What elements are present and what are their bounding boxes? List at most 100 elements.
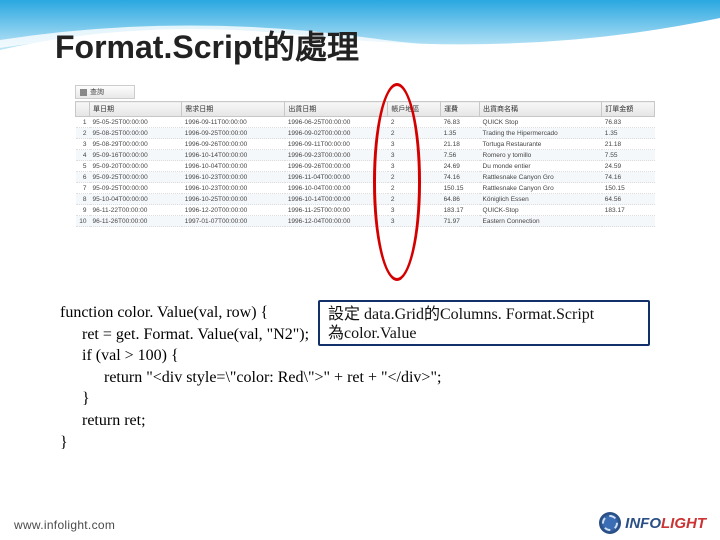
cell: 7 xyxy=(76,183,90,194)
code-line: return "<div style=\"color: Red\">" + re… xyxy=(60,367,441,389)
table-row[interactable]: 1096-11-26T00:00:001997-01-07T00:00:0019… xyxy=(76,216,655,227)
column-header[interactable] xyxy=(76,102,90,117)
cell: 1.35 xyxy=(441,128,480,139)
cell: 95-09-20T00:00:00 xyxy=(90,161,182,172)
title-en: Format.Script xyxy=(55,29,263,65)
cell: 76.83 xyxy=(602,117,655,128)
column-header[interactable]: 運費 xyxy=(441,102,480,117)
cell: 1996-09-26T00:00:00 xyxy=(182,139,285,150)
cell: 3 xyxy=(388,150,441,161)
cell: Rattlesnake Canyon Gro xyxy=(480,183,602,194)
table-row[interactable]: 795-09-25T00:00:001996-10-23T00:00:00199… xyxy=(76,183,655,194)
cell: 74.16 xyxy=(602,172,655,183)
cell: 95-08-25T00:00:00 xyxy=(90,128,182,139)
cell: 1996-12-04T00:00:00 xyxy=(285,216,388,227)
cell: 3 xyxy=(388,205,441,216)
column-header[interactable]: 訂單金額 xyxy=(602,102,655,117)
cell: 24.59 xyxy=(602,161,655,172)
cell: 1996-09-26T00:00:00 xyxy=(285,161,388,172)
grid-table: 單日期需求日期出貨日期帳戶地區運費出貨商名稱訂單金額 195-05-25T00:… xyxy=(75,101,655,227)
cell xyxy=(602,216,655,227)
column-header[interactable]: 出貨日期 xyxy=(285,102,388,117)
brand-logo: INFOLIGHT xyxy=(599,512,706,534)
cell: 24.69 xyxy=(441,161,480,172)
cell: 8 xyxy=(76,194,90,205)
code-line: } xyxy=(60,388,441,410)
cell: 96-11-26T00:00:00 xyxy=(90,216,182,227)
cell: 1996-10-14T00:00:00 xyxy=(285,194,388,205)
table-row[interactable]: 495-09-16T00:00:001996-10-14T00:00:00199… xyxy=(76,150,655,161)
table-row[interactable]: 595-09-20T00:00:001996-10-04T00:00:00199… xyxy=(76,161,655,172)
cell: 95-09-25T00:00:00 xyxy=(90,172,182,183)
callout-line: 為color.Value xyxy=(328,324,640,343)
cell: 1996-09-25T00:00:00 xyxy=(182,128,285,139)
brand-text: INFOLIGHT xyxy=(625,515,706,532)
footer-url: www.infolight.com xyxy=(14,518,115,532)
grid-toolbar[interactable]: 查詢 xyxy=(75,85,135,99)
cell: 1997-01-07T00:00:00 xyxy=(182,216,285,227)
cell: 150.15 xyxy=(602,183,655,194)
cell: 1996-10-04T00:00:00 xyxy=(285,183,388,194)
table-row[interactable]: 195-05-25T00:00:001996-09-11T00:00:00199… xyxy=(76,117,655,128)
page-title: Format.Script的處理 xyxy=(55,22,359,68)
cell: 183.17 xyxy=(602,205,655,216)
callout-line: 設定 data.Grid的Columns. Format.Script xyxy=(328,305,640,324)
cell: Du monde entier xyxy=(480,161,602,172)
cell: 4 xyxy=(76,150,90,161)
cell: 2 xyxy=(388,194,441,205)
gear-icon xyxy=(599,512,621,534)
cell: Romero y tomillo xyxy=(480,150,602,161)
cell: 1.35 xyxy=(602,128,655,139)
cell: 1996-09-02T00:00:00 xyxy=(285,128,388,139)
cell: 74.16 xyxy=(441,172,480,183)
cell: 7.56 xyxy=(441,150,480,161)
cell: 2 xyxy=(76,128,90,139)
table-row[interactable]: 895-10-04T00:00:001996-10-25T00:00:00199… xyxy=(76,194,655,205)
cell: 183.17 xyxy=(441,205,480,216)
cell: 95-08-29T00:00:00 xyxy=(90,139,182,150)
table-row[interactable]: 996-11-22T00:00:001996-12-20T00:00:00199… xyxy=(76,205,655,216)
callout-box: 設定 data.Grid的Columns. Format.Script 為col… xyxy=(318,300,650,346)
cell: 1996-11-04T00:00:00 xyxy=(285,172,388,183)
cell: 3 xyxy=(388,216,441,227)
cell: 95-05-25T00:00:00 xyxy=(90,117,182,128)
cell: 3 xyxy=(388,139,441,150)
cell: 1996-10-14T00:00:00 xyxy=(182,150,285,161)
column-header[interactable]: 單日期 xyxy=(90,102,182,117)
cell: Tortuga Restaurante xyxy=(480,139,602,150)
cell: 150.15 xyxy=(441,183,480,194)
cell: Königlich Essen xyxy=(480,194,602,205)
title-zh: 的處理 xyxy=(263,29,359,65)
cell: 1996-10-23T00:00:00 xyxy=(182,183,285,194)
cell: 1 xyxy=(76,117,90,128)
cell: 71.97 xyxy=(441,216,480,227)
column-header[interactable]: 出貨商名稱 xyxy=(480,102,602,117)
cell: 6 xyxy=(76,172,90,183)
cell: 1996-09-11T00:00:00 xyxy=(285,139,388,150)
cell: 21.18 xyxy=(441,139,480,150)
table-row[interactable]: 695-09-25T00:00:001996-10-23T00:00:00199… xyxy=(76,172,655,183)
cell: 1996-10-04T00:00:00 xyxy=(182,161,285,172)
cell: 1996-09-11T00:00:00 xyxy=(182,117,285,128)
cell: 7.55 xyxy=(602,150,655,161)
cell: 2 xyxy=(388,128,441,139)
cell: 2 xyxy=(388,117,441,128)
cell: 2 xyxy=(388,172,441,183)
cell: 21.18 xyxy=(602,139,655,150)
cell: 76.83 xyxy=(441,117,480,128)
cell: 95-10-04T00:00:00 xyxy=(90,194,182,205)
cell: 1996-09-23T00:00:00 xyxy=(285,150,388,161)
cell: 1996-10-25T00:00:00 xyxy=(182,194,285,205)
cell: 96-11-22T00:00:00 xyxy=(90,205,182,216)
cell: 95-09-16T00:00:00 xyxy=(90,150,182,161)
column-header[interactable]: 帳戶地區 xyxy=(388,102,441,117)
cell: Rattlesnake Canyon Gro xyxy=(480,172,602,183)
code-line: return ret; xyxy=(60,410,441,432)
table-row[interactable]: 3 95-08-29T00:00:001996-09-26T00:00:00199… xyxy=(76,139,655,150)
cell: Trading the Hipermercado xyxy=(480,128,602,139)
column-header[interactable]: 需求日期 xyxy=(182,102,285,117)
query-label: 查詢 xyxy=(90,87,104,97)
data-grid: 查詢 單日期需求日期出貨日期帳戶地區運費出貨商名稱訂單金額 195-05-25T… xyxy=(75,85,655,285)
cell: 95-09-25T00:00:00 xyxy=(90,183,182,194)
table-row[interactable]: 295-08-25T00:00:001996-09-25T00:00:00199… xyxy=(76,128,655,139)
